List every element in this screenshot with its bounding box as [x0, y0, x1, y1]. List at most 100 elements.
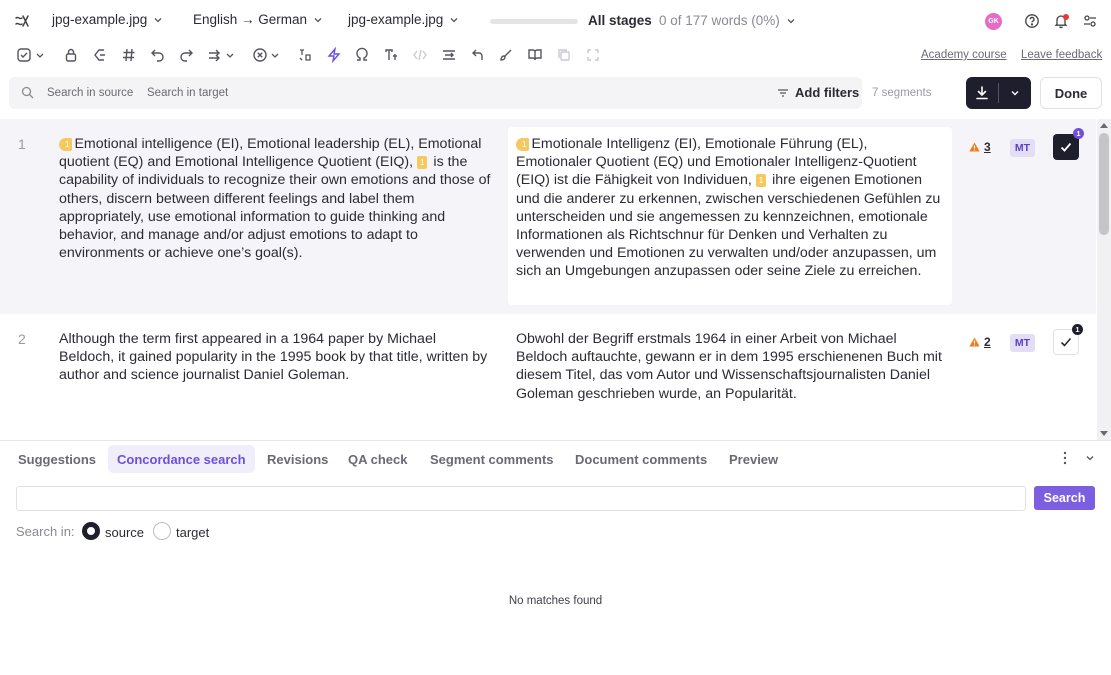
- more-options-icon[interactable]: [1059, 451, 1071, 465]
- word-count-dropdown[interactable]: 0 of 177 words (0%): [659, 13, 796, 28]
- language-pair-dropdown[interactable]: English → German: [193, 12, 323, 27]
- lightning-icon[interactable]: [326, 47, 342, 63]
- chevron-down-icon[interactable]: [35, 47, 45, 63]
- download-icon: [976, 86, 988, 100]
- stages-label[interactable]: All stages: [588, 13, 652, 28]
- source-text[interactable]: Although the term first appeared in a 19…: [59, 330, 495, 385]
- book-icon[interactable]: [527, 47, 543, 63]
- settings-sliders-icon[interactable]: [1082, 13, 1098, 29]
- concordance-search-input[interactable]: [16, 486, 1026, 511]
- avatar[interactable]: GK: [985, 13, 1002, 30]
- warning-icon: [969, 337, 980, 347]
- radio-source-label[interactable]: source: [105, 525, 144, 540]
- back-icon[interactable]: [470, 47, 486, 63]
- qa-warning-button[interactable]: 2: [969, 335, 991, 349]
- search-in-label: Search in:: [16, 524, 75, 539]
- file-dropdown[interactable]: jpg-example.jpg: [348, 12, 459, 27]
- source-text[interactable]: 1 Emotional intelligence (EI), Emotional …: [59, 135, 495, 262]
- segment-scrollbar[interactable]: [1097, 119, 1111, 440]
- tab-preview[interactable]: Preview: [720, 445, 787, 473]
- download-options-button[interactable]: [999, 77, 1031, 109]
- clear-icon[interactable]: [92, 47, 108, 63]
- chevron-down-icon: [314, 17, 322, 22]
- tag-marker: 1: [516, 138, 530, 151]
- add-filters-button[interactable]: Add filters: [777, 85, 859, 100]
- chevron-down-icon[interactable]: [225, 47, 235, 63]
- menu-logo-icon[interactable]: [14, 13, 30, 29]
- expand-icon: [587, 49, 599, 61]
- notification-dot: [1063, 14, 1069, 20]
- panel-divider[interactable]: [0, 440, 1111, 441]
- qa-warning-button[interactable]: 3: [969, 140, 991, 154]
- confirm-segment-button[interactable]: 1: [1053, 128, 1084, 160]
- radio-source[interactable]: [82, 522, 100, 540]
- download-button[interactable]: [966, 77, 998, 109]
- redo-icon[interactable]: [178, 47, 194, 63]
- segment-number: 1: [18, 136, 26, 152]
- scroll-up-icon[interactable]: [1100, 123, 1108, 128]
- file-name: jpg-example.jpg: [348, 12, 444, 27]
- chevron-down-icon: [1011, 91, 1019, 96]
- chevron-down-icon: [154, 17, 162, 22]
- cancel-icon[interactable]: [252, 47, 268, 63]
- tab-document-comments[interactable]: Document comments: [566, 445, 716, 473]
- checkmark-icon: [1060, 337, 1072, 347]
- segment-number: 2: [18, 331, 26, 347]
- tag-marker: 1: [59, 138, 73, 151]
- tab-segment-comments[interactable]: Segment comments: [421, 445, 563, 473]
- tag-marker: 1: [417, 156, 428, 170]
- top-bar: jpg-example.jpg English → German jpg-exa…: [0, 0, 1111, 42]
- academy-course-link[interactable]: Academy course: [921, 49, 1007, 61]
- confirm-badge: 1: [1072, 324, 1083, 335]
- chevron-down-icon: [450, 17, 458, 22]
- copy-source-icon[interactable]: [207, 47, 223, 63]
- table-row[interactable]: 2 Although the term first appeared in a …: [0, 314, 1096, 440]
- download-button-group: [966, 77, 1031, 109]
- tag-icon[interactable]: [297, 47, 313, 63]
- target-text[interactable]: 1 Emotionale Intelligenz (EI), Emotionale…: [516, 135, 946, 281]
- search-button[interactable]: Search: [1034, 486, 1095, 510]
- tab-concordance-search[interactable]: Concordance search: [108, 445, 255, 473]
- tab-revisions[interactable]: Revisions: [258, 445, 337, 473]
- search-source-input[interactable]: [47, 83, 142, 103]
- chevron-down-icon: [787, 18, 795, 23]
- bottom-panel-tabs: Suggestions Concordance search Revisions…: [0, 445, 1111, 475]
- checkmark-icon: [1060, 142, 1072, 152]
- qa-count: 3: [984, 140, 991, 154]
- copy-icon: [558, 49, 570, 61]
- hash-icon[interactable]: [121, 47, 137, 63]
- search-target-input[interactable]: [147, 83, 347, 103]
- lock-icon[interactable]: [63, 47, 79, 63]
- text-case-icon[interactable]: [383, 47, 399, 63]
- tag-marker: 1: [755, 174, 767, 188]
- segment-count: 7 segments: [872, 87, 932, 99]
- tab-qa-check[interactable]: QA check: [339, 445, 417, 473]
- segment-list: 1 1 Emotional intelligence (EI), Emotiona…: [0, 119, 1111, 440]
- help-icon[interactable]: [1024, 13, 1040, 29]
- project-name: jpg-example.jpg: [52, 12, 148, 27]
- undo-icon[interactable]: [150, 47, 166, 63]
- radio-target-label[interactable]: target: [176, 525, 209, 540]
- scroll-thumb[interactable]: [1099, 133, 1109, 235]
- scroll-down-icon[interactable]: [1100, 431, 1108, 436]
- project-dropdown[interactable]: jpg-example.jpg: [52, 12, 163, 27]
- mt-badge: MT: [1010, 334, 1035, 352]
- brush-icon[interactable]: [498, 47, 514, 63]
- collapse-panel-icon[interactable]: [1084, 452, 1096, 464]
- code-icon: [413, 49, 427, 61]
- tab-suggestions[interactable]: Suggestions: [9, 445, 105, 473]
- radio-target[interactable]: [153, 522, 171, 540]
- join-icon[interactable]: [441, 47, 457, 63]
- done-button[interactable]: Done: [1040, 77, 1102, 109]
- omega-icon[interactable]: [354, 47, 370, 63]
- editor-toolbar: Academy course Leave feedback: [0, 42, 1111, 70]
- confirm-segment-button[interactable]: 1: [1053, 324, 1083, 355]
- confirm-badge: 1: [1073, 128, 1084, 139]
- target-text[interactable]: Obwohl der Begriff erstmals 1964 in eine…: [516, 330, 946, 403]
- chevron-down-icon[interactable]: [270, 47, 280, 63]
- leave-feedback-link[interactable]: Leave feedback: [1021, 49, 1102, 61]
- confirm-dropdown-icon[interactable]: [16, 47, 32, 63]
- table-row[interactable]: 1 1 Emotional intelligence (EI), Emotiona…: [0, 119, 1096, 314]
- word-count: 0 of 177 words (0%): [659, 13, 780, 28]
- segment-search-bar: Add filters: [9, 77, 862, 109]
